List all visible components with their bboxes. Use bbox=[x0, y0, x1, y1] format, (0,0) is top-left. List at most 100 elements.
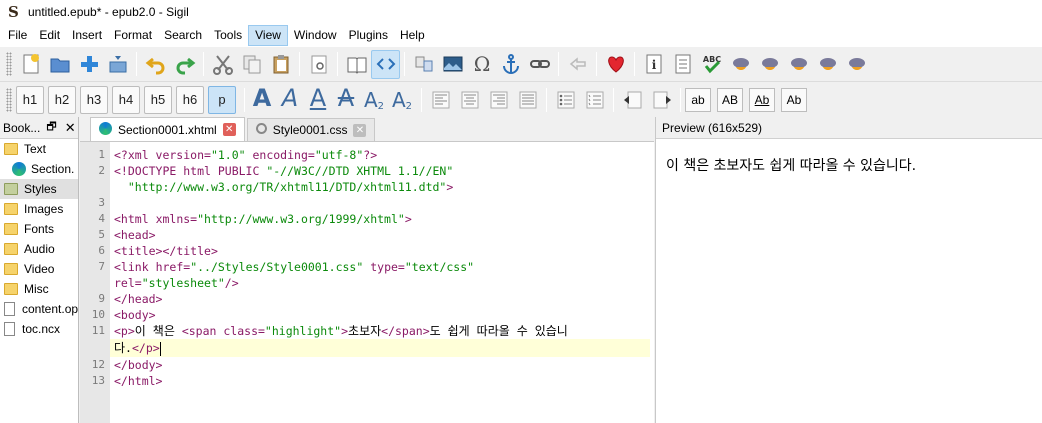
go-back-icon[interactable] bbox=[563, 50, 592, 79]
add-file-icon[interactable] bbox=[74, 50, 103, 79]
redo-icon[interactable] bbox=[170, 50, 199, 79]
code-line-text: <body> bbox=[114, 308, 156, 322]
paste-icon[interactable] bbox=[266, 50, 295, 79]
link-icon[interactable] bbox=[525, 50, 554, 79]
capitalize-button[interactable]: Ab bbox=[781, 87, 807, 112]
code-line[interactable]: 5 <head> bbox=[98, 227, 650, 243]
uppercase-button[interactable]: AB bbox=[717, 87, 743, 112]
plugin-icon-2[interactable] bbox=[784, 50, 813, 79]
titlecase-button[interactable]: Ab bbox=[749, 87, 775, 112]
underline-button[interactable]: A bbox=[305, 84, 331, 114]
book-item-styles[interactable]: Styles bbox=[0, 179, 78, 199]
menu-edit[interactable]: Edit bbox=[33, 25, 66, 46]
align-center-icon[interactable] bbox=[455, 85, 484, 114]
code-line[interactable]: 9 </head> bbox=[98, 291, 650, 307]
lowercase-button[interactable]: ab bbox=[685, 87, 711, 112]
heading-h5-button[interactable]: h5 bbox=[144, 85, 172, 114]
tab-style0001-css[interactable]: Style0001.css ✕ bbox=[246, 118, 376, 141]
bold-button[interactable]: A bbox=[249, 84, 275, 114]
insert-image-icon[interactable] bbox=[438, 50, 467, 79]
book-view-icon[interactable] bbox=[342, 50, 371, 79]
cut-icon[interactable] bbox=[208, 50, 237, 79]
align-justify-icon[interactable] bbox=[513, 85, 542, 114]
toolbar-grip[interactable] bbox=[6, 87, 12, 112]
split-icon[interactable] bbox=[409, 50, 438, 79]
donate-heart-icon[interactable] bbox=[601, 50, 630, 79]
heading-h3-button[interactable]: h3 bbox=[80, 85, 108, 114]
menu-search[interactable]: Search bbox=[158, 25, 208, 46]
strikethrough-button[interactable]: A bbox=[333, 84, 359, 114]
menu-file[interactable]: File bbox=[2, 25, 33, 46]
open-folder-icon[interactable] bbox=[45, 50, 74, 79]
bullet-list-icon[interactable] bbox=[551, 85, 580, 114]
code-view-icon[interactable] bbox=[371, 49, 400, 79]
plugin-icon-3[interactable] bbox=[813, 50, 842, 79]
float-panel-icon[interactable]: 🗗 bbox=[46, 118, 56, 137]
code-line[interactable]: 4 <html xmlns="http://www.w3.org/1999/xht… bbox=[98, 211, 650, 227]
book-item-toc-ncx[interactable]: toc.ncx bbox=[0, 319, 78, 339]
heading-h4-button[interactable]: h4 bbox=[112, 85, 140, 114]
heading-h1-button[interactable]: h1 bbox=[16, 85, 44, 114]
new-file-icon[interactable] bbox=[16, 50, 45, 79]
menu-insert[interactable]: Insert bbox=[66, 25, 108, 46]
book-item-section[interactable]: Section. bbox=[0, 159, 78, 179]
decrease-indent-icon[interactable] bbox=[618, 85, 647, 114]
code-line[interactable]: 11 <p>이 책은 <span class="highlight">초보자</s… bbox=[92, 323, 650, 339]
code-line[interactable]: 1 <?xml version="1.0" encoding="utf-8"?> bbox=[98, 147, 650, 163]
book-item-audio[interactable]: Audio bbox=[0, 239, 78, 259]
menu-format[interactable]: Format bbox=[108, 25, 158, 46]
heading-p-button[interactable]: p bbox=[208, 85, 236, 114]
code-line[interactable]: 2 <!DOCTYPE html PUBLIC "-//W3C//DTD XHTM… bbox=[98, 163, 650, 179]
special-char-icon[interactable]: Ω bbox=[467, 50, 496, 79]
close-panel-icon[interactable]: ✕ bbox=[65, 120, 76, 136]
code-line[interactable]: 12 </body> bbox=[92, 357, 650, 373]
book-item-text[interactable]: Text bbox=[0, 139, 78, 159]
increase-indent-icon[interactable] bbox=[647, 85, 676, 114]
book-item-fonts[interactable]: Fonts bbox=[0, 219, 78, 239]
code-line[interactable]: "http://www.w3.org/TR/xhtml11/DTD/xhtml1… bbox=[110, 179, 650, 195]
book-item-label: toc.ncx bbox=[22, 322, 61, 336]
code-line[interactable]: 13 </html> bbox=[92, 373, 650, 389]
heading-h2-button[interactable]: h2 bbox=[48, 85, 76, 114]
code-editor[interactable]: 1 <?xml version="1.0" encoding="utf-8"?> 2… bbox=[80, 141, 654, 423]
book-item-images[interactable]: Images bbox=[0, 199, 78, 219]
book-item-misc[interactable]: Misc bbox=[0, 279, 78, 299]
save-icon[interactable] bbox=[103, 50, 132, 79]
book-item-video[interactable]: Video bbox=[0, 259, 78, 279]
book-info-icon[interactable]: i bbox=[639, 50, 668, 79]
numbered-list-icon[interactable] bbox=[580, 85, 609, 114]
code-content[interactable]: 1 <?xml version="1.0" encoding="utf-8"?> 2… bbox=[92, 147, 650, 389]
menu-help[interactable]: Help bbox=[394, 25, 431, 46]
align-right-icon[interactable] bbox=[484, 85, 513, 114]
code-line[interactable]: 7 <link href="../Styles/Style0001.css" ty… bbox=[98, 259, 650, 275]
plugin-icon-4[interactable] bbox=[842, 50, 871, 79]
validate-epub-icon[interactable] bbox=[726, 50, 755, 79]
code-line[interactable]: 다.</p> bbox=[110, 339, 650, 357]
anchor-icon[interactable] bbox=[496, 50, 525, 79]
code-line[interactable]: rel="stylesheet"/> bbox=[110, 275, 650, 291]
subscript-button[interactable]: A2 bbox=[361, 86, 387, 114]
plugin-icon-1[interactable] bbox=[755, 50, 784, 79]
copy-icon[interactable] bbox=[237, 50, 266, 79]
italic-button[interactable]: A bbox=[277, 84, 303, 114]
menu-plugins[interactable]: Plugins bbox=[343, 25, 394, 46]
menu-view[interactable]: View bbox=[248, 25, 288, 46]
code-line[interactable]: 6 <title></title> bbox=[98, 243, 650, 259]
code-line[interactable]: 3 bbox=[98, 195, 650, 211]
menu-tools[interactable]: Tools bbox=[208, 25, 248, 46]
toolbar-grip[interactable] bbox=[6, 52, 12, 76]
tab-section0001-xhtml[interactable]: Section0001.xhtml ✕ bbox=[90, 117, 245, 141]
undo-icon[interactable] bbox=[141, 50, 170, 79]
book-item-content-op[interactable]: content.op bbox=[0, 299, 78, 319]
close-tab-icon[interactable]: ✕ bbox=[353, 123, 367, 137]
code-line-text: <html xmlns="http://www.w3.org/1999/xhtm… bbox=[114, 212, 412, 226]
spellcheck-icon[interactable]: ABC bbox=[697, 50, 726, 79]
menu-window[interactable]: Window bbox=[288, 25, 343, 46]
superscript-button[interactable]: A2 bbox=[389, 86, 415, 114]
find-page-icon[interactable] bbox=[304, 50, 333, 79]
close-tab-icon[interactable]: ✕ bbox=[222, 123, 236, 136]
heading-h6-button[interactable]: h6 bbox=[176, 85, 204, 114]
align-left-icon[interactable] bbox=[426, 85, 455, 114]
toc-edit-icon[interactable] bbox=[668, 50, 697, 79]
code-line[interactable]: 10 <body> bbox=[92, 307, 650, 323]
